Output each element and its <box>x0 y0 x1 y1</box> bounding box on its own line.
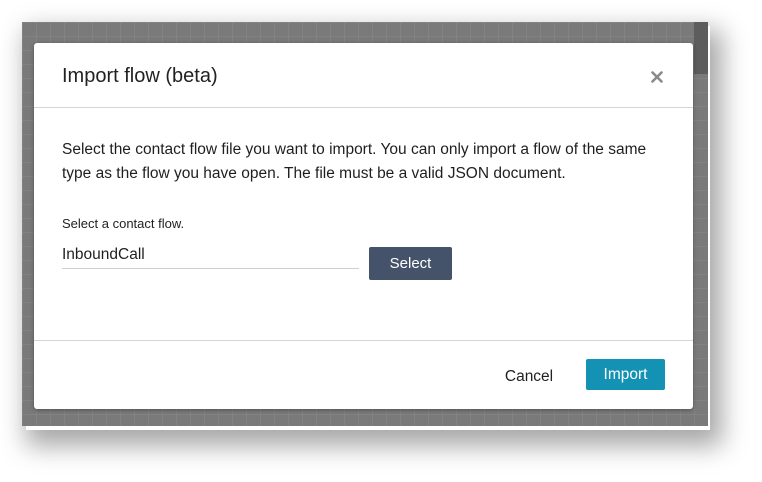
contact-flow-field-label: Select a contact flow. <box>62 216 185 231</box>
dialog-description: Select the contact flow file you want to… <box>62 141 647 182</box>
import-button[interactable]: Import <box>586 359 665 390</box>
cancel-button[interactable]: Cancel <box>496 363 562 391</box>
dialog-footer: Cancel Import <box>34 340 693 409</box>
dialog-title: Import flow (beta) <box>62 65 218 87</box>
contact-flow-file-input[interactable] <box>62 241 359 269</box>
dialog-header: Import flow (beta) <box>34 43 693 108</box>
import-flow-dialog: Import flow (beta) Select the contact fl… <box>34 43 693 409</box>
close-icon <box>651 71 663 83</box>
backdrop-header-strip <box>694 22 708 74</box>
select-button[interactable]: Select <box>369 247 452 280</box>
close-button[interactable] <box>647 67 667 87</box>
screenshot-stage: Import flow (beta) Select the contact fl… <box>0 0 762 482</box>
dialog-body: Select the contact flow file you want to… <box>34 108 693 340</box>
